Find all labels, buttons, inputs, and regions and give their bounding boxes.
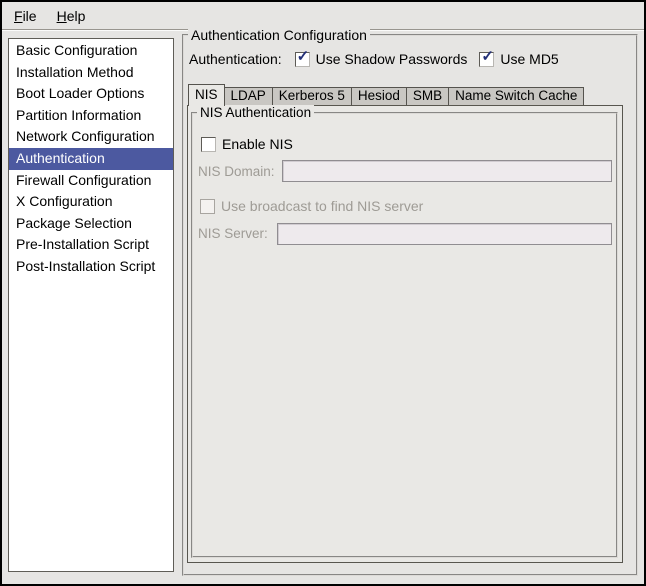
sidebar-item-basic-configuration[interactable]: Basic Configuration [9, 40, 173, 62]
authentication-label: Authentication: [187, 51, 282, 67]
tab-hesiod[interactable]: Hesiod [351, 87, 407, 105]
enable-nis-label: Enable NIS [222, 136, 293, 152]
nis-domain-label: NIS Domain: [198, 164, 275, 179]
use-broadcast-option: Use broadcast to find NIS server [200, 198, 423, 214]
enable-nis-option[interactable]: Enable NIS [201, 136, 293, 152]
sidebar-item-post-installation-script[interactable]: Post-Installation Script [9, 256, 173, 278]
authentication-options-row: Authentication: ✓ Use Shadow Passwords ✓… [187, 49, 559, 69]
sidebar-item-package-selection[interactable]: Package Selection [9, 213, 173, 235]
menu-file-mnemonic: F [14, 8, 23, 24]
sidebar-item-authentication[interactable]: Authentication [9, 148, 173, 170]
menu-file-rest: ile [23, 8, 37, 24]
use-md5-label: Use MD5 [500, 51, 558, 67]
sidebar-item-pre-installation-script[interactable]: Pre-Installation Script [9, 234, 173, 256]
menu-help-rest: elp [67, 8, 86, 24]
use-shadow-passwords-option[interactable]: ✓ Use Shadow Passwords [295, 51, 468, 67]
authentication-notebook: NIS LDAP Kerberos 5 Hesiod SMB Name Swit… [187, 84, 623, 563]
authentication-configuration-frame: Authentication Configuration Authenticat… [182, 34, 638, 576]
use-shadow-passwords-checkbox[interactable]: ✓ [295, 52, 310, 67]
sidebar-item-boot-loader-options[interactable]: Boot Loader Options [9, 83, 173, 105]
nis-server-label: NIS Server: [198, 226, 268, 241]
sidebar-item-partition-information[interactable]: Partition Information [9, 105, 173, 127]
use-broadcast-checkbox [200, 199, 215, 214]
sidebar-item-x-configuration[interactable]: X Configuration [9, 191, 173, 213]
use-broadcast-label: Use broadcast to find NIS server [221, 198, 423, 214]
sidebar-item-firewall-configuration[interactable]: Firewall Configuration [9, 170, 173, 192]
tab-smb[interactable]: SMB [406, 87, 449, 105]
use-shadow-passwords-label: Use Shadow Passwords [316, 51, 468, 67]
nis-domain-input [282, 160, 612, 182]
nis-server-input [277, 223, 612, 245]
nis-tab-page: NIS Authentication Enable NIS NIS Domain… [187, 105, 623, 563]
frame-title: Authentication Configuration [188, 27, 370, 43]
use-md5-option[interactable]: ✓ Use MD5 [479, 51, 558, 67]
tab-ldap[interactable]: LDAP [224, 87, 273, 105]
kickstart-configurator-window: File Help Basic Configuration Installati… [0, 0, 646, 586]
nis-frame-title: NIS Authentication [197, 105, 314, 121]
checkmark-icon: ✓ [297, 49, 310, 65]
checkmark-icon: ✓ [481, 49, 494, 65]
sidebar-item-network-configuration[interactable]: Network Configuration [9, 126, 173, 148]
menubar: File Help [2, 2, 644, 30]
menu-help-mnemonic: H [57, 8, 67, 24]
tab-kerberos5[interactable]: Kerberos 5 [272, 87, 352, 105]
sidebar-item-installation-method[interactable]: Installation Method [9, 62, 173, 84]
menu-file[interactable]: File [11, 6, 40, 26]
section-list: Basic Configuration Installation Method … [8, 38, 174, 572]
use-md5-checkbox[interactable]: ✓ [479, 52, 494, 67]
enable-nis-checkbox[interactable] [201, 137, 216, 152]
tab-nis[interactable]: NIS [188, 84, 225, 106]
menu-help[interactable]: Help [54, 6, 89, 26]
tab-name-switch-cache[interactable]: Name Switch Cache [448, 87, 584, 105]
nis-authentication-frame: NIS Authentication Enable NIS NIS Domain… [191, 112, 618, 558]
tab-bar: NIS LDAP Kerberos 5 Hesiod SMB Name Swit… [187, 84, 623, 105]
